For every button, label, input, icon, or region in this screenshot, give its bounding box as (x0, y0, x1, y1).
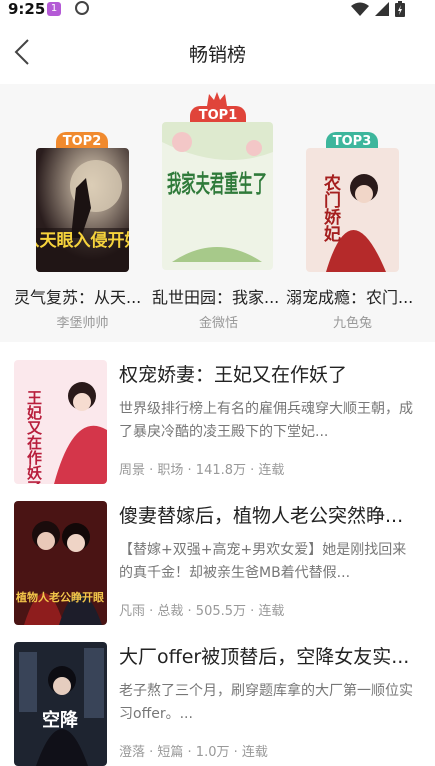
crown-icon (207, 92, 227, 106)
notification-icon: 1 (47, 2, 61, 16)
cover-title-text: 植物人老公睁开眼 (15, 590, 104, 604)
book-cover[interactable]: 从天眼入侵开始 (36, 148, 129, 272)
cover-title-text: 从天眼入侵开始 (36, 230, 129, 251)
list-item[interactable]: 王妃又在作妖了 权宠娇妻：王妃又在作妖了 世界级排行榜上有名的雇佣兵魂穿大顺王朝… (0, 342, 435, 484)
book-cover[interactable]: 植物人老公睁开眼 (14, 501, 107, 625)
status-bar: 9:25 1 (0, 0, 435, 20)
book-cover[interactable]: 农门娇妃 (306, 148, 399, 272)
list-item[interactable]: 空降 大厂offer被顶替后，空降女友实... 老子熬了三个月，刷穿题库拿的大厂… (0, 624, 435, 766)
book-title: 傻妻替嫁后，植物人老公突然睁... (119, 505, 404, 527)
page-title: 畅销榜 (188, 44, 246, 66)
book-meta: 周景 · 职场 · 141.8万 · 连载 (119, 463, 285, 478)
book-author: 九色兔 (332, 316, 372, 331)
wifi-icon (351, 2, 369, 16)
book-title: 灵气复苏：从天... (14, 288, 142, 307)
book-title: 权宠娇妻：王妃又在作妖了 (119, 364, 348, 386)
book-description: 世界级排行榜上有名的雇佣兵魂穿大顺王朝，成了暴戾冷酷的凌王殿下的下堂妃... (119, 401, 413, 440)
battery-icon (395, 1, 405, 17)
list-item[interactable]: 植物人老公睁开眼 傻妻替嫁后，植物人老公突然睁... 【替嫁+双强+高宠+男欢女… (0, 483, 435, 625)
cover-title-text: 农门娇妃 (320, 173, 342, 243)
book-author: 金微恬 (198, 316, 238, 331)
book-meta: 凡雨 · 总裁 · 505.5万 · 连载 (119, 604, 285, 619)
book-title: 大厂offer被顶替后，空降女友实... (119, 646, 410, 668)
book-description: 老子熬了三个月，刷穿题库拿的大厂第一顺位实习offer。... (119, 683, 413, 722)
status-time: 9:25 (8, 0, 46, 18)
cover-title-text: 空降 (42, 709, 79, 731)
book-cover[interactable]: 王妃又在作妖了 (14, 360, 107, 484)
sync-icon (75, 1, 89, 15)
cover-title-text: 我家夫君重生了 (167, 169, 267, 198)
header: 畅销榜 (0, 20, 435, 84)
book-meta: 澄落 · 短篇 · 1.0万 · 连载 (119, 745, 268, 760)
book-description: 【替嫁+双强+高宠+男欢女爱】她是刚找回来的真千金！却被亲生爸MB着代替假... (119, 542, 407, 581)
top-ranking-section: TOP2 从天眼入侵开始 灵气复苏：从天... 李堡帅帅 TOP1 我家夫君重生 (0, 84, 435, 342)
book-cover[interactable]: 我家夫君重生了 (162, 122, 273, 270)
cover-title-text: 王妃又在作妖了 (25, 390, 43, 484)
book-cover[interactable]: 空降 (14, 642, 107, 766)
signal-icon (375, 2, 389, 16)
book-title: 乱世田园：我家... (152, 288, 280, 307)
book-title: 溺宠成瘾：农门... (286, 288, 414, 307)
book-author: 李堡帅帅 (56, 316, 109, 331)
